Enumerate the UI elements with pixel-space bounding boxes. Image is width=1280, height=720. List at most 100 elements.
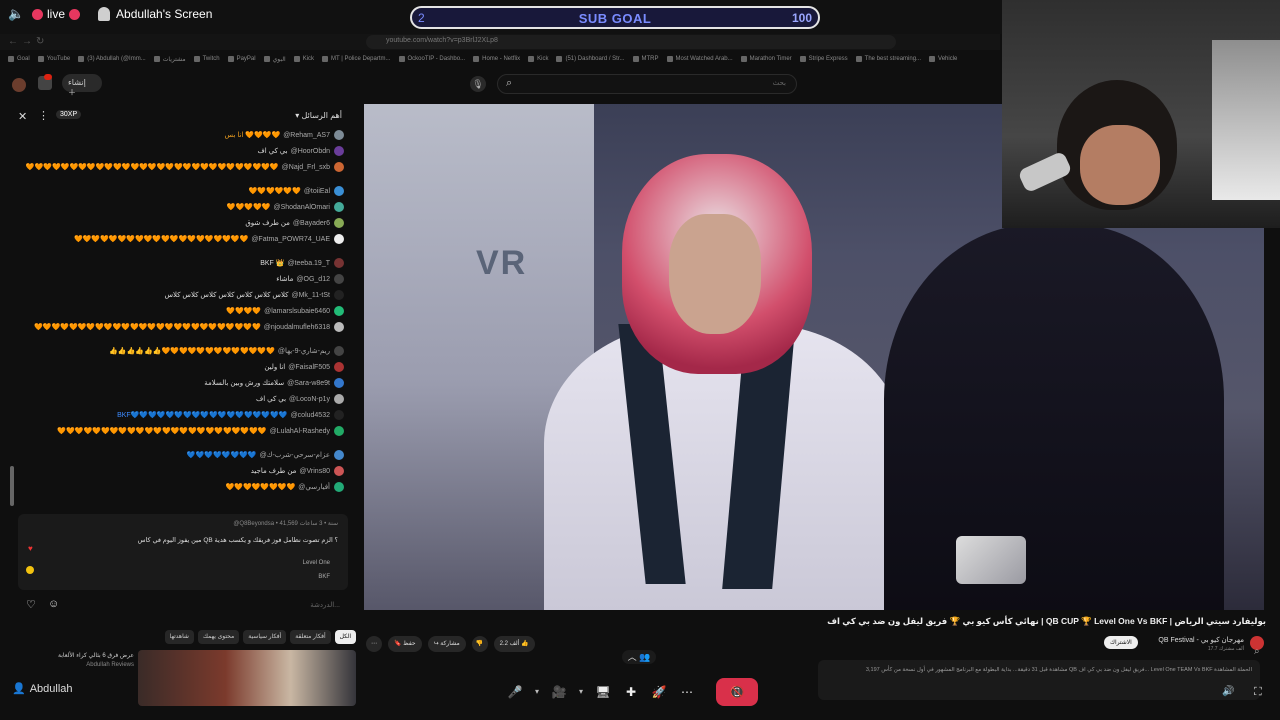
chat-author[interactable]: @LulahAl-Rashedy (270, 428, 330, 435)
account-avatar[interactable] (12, 78, 26, 92)
recommended-video[interactable]: عرض فرق 6 بثالي كراء الألعابة Abdullah R… (10, 648, 356, 706)
bookmark-item[interactable]: (51) Dashboard / Str... (556, 56, 625, 62)
save-button[interactable]: 🔖 حفظ (388, 636, 422, 652)
chat-author[interactable]: @colud4532 (291, 412, 330, 419)
chat-author[interactable]: @teeba.19_T (287, 260, 330, 267)
search-icon[interactable]: ⌕ (506, 77, 512, 90)
like-button[interactable]: 2.2 ألف 👍 (493, 636, 535, 652)
bookmark-item[interactable]: مشتريات (153, 56, 186, 63)
chat-author[interactable]: @ShodanAlOmari (273, 204, 330, 211)
chat-author-avatar[interactable] (334, 362, 344, 372)
mic-options-chevron-icon[interactable]: ▾ (532, 681, 542, 703)
camera-options-chevron-icon[interactable]: ▾ (576, 681, 586, 703)
chat-author[interactable]: @عزام-سرحي-شرب-ك (260, 452, 330, 459)
bookmark-item[interactable]: MTRP (632, 56, 659, 62)
chat-author[interactable]: @Najd_Frl_sxb (282, 164, 330, 171)
bookmark-item[interactable]: OckooTIP - Dashbo... (398, 56, 465, 62)
mic-icon[interactable]: 🎤 (504, 681, 526, 703)
reload-icon[interactable]: ↻ (36, 36, 44, 47)
chat-author-avatar[interactable] (334, 258, 344, 268)
bookmark-item[interactable]: PayPal (227, 56, 256, 62)
chat-author[interactable]: @njoudalmufleh6318 (264, 324, 330, 331)
chat-author-avatar[interactable] (334, 410, 344, 420)
channel-name[interactable]: QB Festival - مهرجان كيو بي (1158, 636, 1244, 644)
bookmark-item[interactable]: Kick (293, 56, 314, 62)
bookmark-item[interactable]: Vehicle (929, 56, 957, 62)
forward-icon[interactable]: → (22, 36, 32, 47)
chat-author[interactable]: @FaisalF505 (288, 364, 330, 371)
voice-search-icon[interactable]: 🎙 (470, 76, 486, 92)
chat-author-avatar[interactable] (334, 290, 344, 300)
chat-author-avatar[interactable] (334, 146, 344, 156)
chat-author-avatar[interactable] (334, 306, 344, 316)
screen-share-icon[interactable]: 🖥 (592, 681, 614, 703)
bookmark-item[interactable]: Most Watched Arab... (666, 56, 733, 62)
chat-author-avatar[interactable] (334, 202, 344, 212)
chat-author-avatar[interactable] (334, 482, 344, 492)
search-input[interactable]: ⌕ بحث (497, 74, 797, 94)
chat-author-avatar[interactable] (334, 186, 344, 196)
chat-author-avatar[interactable] (334, 274, 344, 284)
chat-message-list[interactable]: انا بس 🧡🧡🧡🧡 @Reham_AS7 بي كي اف @HoorObdn 🧡🧡… (8, 130, 352, 514)
more-options-icon[interactable]: ⋯ (676, 681, 698, 703)
emoji-icon[interactable]: ☺ (48, 598, 62, 612)
chat-author[interactable]: @OG_d12 (296, 276, 330, 283)
camera-off-icon[interactable]: 🎥 (548, 681, 570, 703)
filter-chip[interactable]: الكل (334, 630, 356, 644)
bookmark-item[interactable]: البوي (263, 56, 286, 63)
share-button[interactable]: ↪ مشاركة (427, 636, 466, 652)
chevron-up-icon[interactable]: ︿ 👥 (622, 650, 656, 664)
apps-icon[interactable]: ✚ (620, 681, 642, 703)
recommended-thumbnail[interactable] (138, 650, 356, 706)
chat-author[interactable]: @LocoN-p1y (289, 396, 330, 403)
bookmark-item[interactable]: Home - Netflix (473, 56, 520, 62)
bookmark-item[interactable]: The best streaming... (855, 56, 921, 62)
filter-chip[interactable]: أفكار سياسية (243, 630, 287, 644)
poll-option-1[interactable]: Level One (303, 560, 330, 566)
filter-chip[interactable]: محتوى يهمك (197, 630, 240, 644)
chat-author-avatar[interactable] (334, 450, 344, 460)
bookmark-item[interactable]: Goal (8, 56, 30, 62)
chat-author-avatar[interactable] (334, 162, 344, 172)
chat-author[interactable]: @HoorObdn (291, 148, 330, 155)
bookmark-item[interactable]: Marathon Timer (740, 56, 792, 62)
chat-mode-dropdown[interactable]: ▾ أهم الرسائل (295, 111, 342, 120)
bookmark-item[interactable]: (3) Abdullah (@Imm... (78, 56, 146, 62)
filter-chip[interactable]: شاهدتها (164, 630, 194, 644)
chat-author[interactable]: @Sara-w8e9t (287, 380, 330, 387)
zoom-icon[interactable]: ⌕ (1254, 646, 1260, 657)
chat-scrollbar[interactable] (10, 466, 14, 506)
chat-author-avatar[interactable] (334, 394, 344, 404)
chat-author-avatar[interactable] (334, 322, 344, 332)
chat-author[interactable]: @Vrins80 (299, 468, 330, 475)
poll-option-2[interactable]: BKF (318, 574, 330, 580)
chat-author[interactable]: @lamarslsubaie6460 (264, 308, 330, 315)
activities-icon[interactable]: 🚀 (648, 681, 670, 703)
more-options-icon[interactable]: ⋮ (38, 109, 49, 122)
chat-author[interactable]: @Reham_AS7 (283, 132, 330, 139)
chat-author[interactable]: @Fatma_POWR74_UAE (251, 236, 330, 243)
filter-chip[interactable]: أفكار متعلقة (290, 630, 331, 644)
chat-author[interactable]: @Bayader6 (293, 220, 330, 227)
chat-author[interactable]: @Mk_11-tSt (292, 292, 331, 299)
dislike-button[interactable]: 👎 (471, 636, 488, 652)
bookmark-item[interactable]: Kick (528, 56, 548, 62)
chat-author[interactable]: @ريم-شاري-9-يها (278, 348, 330, 355)
chat-author[interactable]: @toiiEal (304, 188, 330, 195)
chat-author-avatar[interactable] (334, 426, 344, 436)
speaker-icon[interactable]: 🔈 (8, 6, 24, 22)
close-icon[interactable]: ✕ (18, 110, 27, 123)
chat-author-avatar[interactable] (334, 346, 344, 356)
volume-icon[interactable]: 🔊 (1222, 686, 1234, 697)
bookmark-item[interactable]: MT | Police Departm... (322, 56, 391, 62)
video-description[interactable]: 3,197 مشاهدة قبل 31 دقيقة... بداية البطو… (818, 660, 1260, 700)
chat-author-avatar[interactable] (334, 466, 344, 476)
chat-author[interactable]: @أفيارسي (298, 484, 330, 491)
url-bar[interactable]: youtube.com/watch?v=p3BrlJ2XLp8 (366, 35, 896, 49)
chat-author-avatar[interactable] (334, 234, 344, 244)
subscribe-button[interactable]: الاشتراك (1104, 636, 1138, 649)
recommended-title[interactable]: عرض فرق 6 بثالي كراء الألعابة (10, 652, 134, 659)
chat-input[interactable]: الدردشة... (74, 598, 340, 614)
create-button[interactable]: إنشاء ＋ (62, 74, 102, 97)
chat-author-avatar[interactable] (334, 130, 344, 140)
